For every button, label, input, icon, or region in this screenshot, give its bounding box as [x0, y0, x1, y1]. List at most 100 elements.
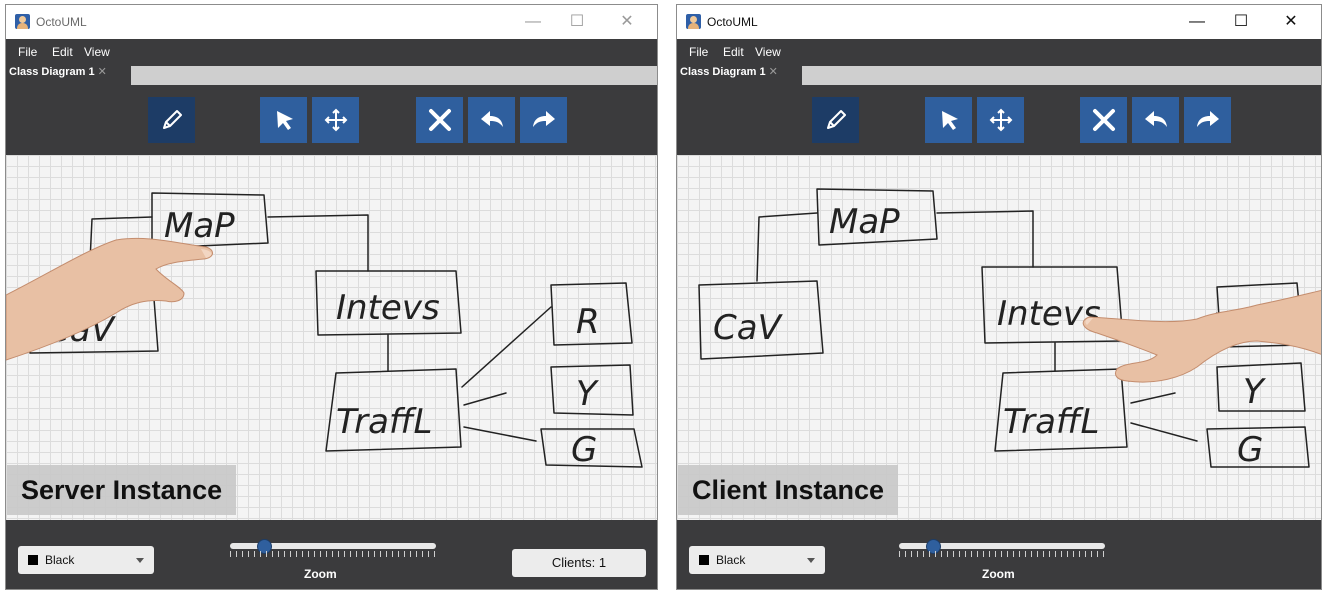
window-title: OctoUML	[707, 15, 758, 29]
bottom-bar: Black Zoom	[677, 520, 1321, 589]
hand-graphic	[1082, 289, 1321, 383]
select-tool-button[interactable]	[925, 97, 972, 143]
tab-close-icon[interactable]: ✕	[98, 66, 107, 78]
tab-bar: Class Diagram 1 ✕	[6, 63, 657, 85]
title-bar: OctoUML — ☐ ✕	[6, 5, 657, 39]
sketch-label-map: MaP	[164, 206, 235, 246]
minimize-button[interactable]: —	[1177, 9, 1217, 35]
delete-button[interactable]	[1080, 97, 1127, 143]
connector-traffl-y	[1130, 392, 1176, 404]
menu-file[interactable]: File	[18, 45, 37, 59]
pencil-icon	[162, 110, 182, 129]
menu-edit[interactable]: Edit	[723, 45, 744, 59]
delete-x-icon	[428, 109, 451, 131]
toolbar	[6, 85, 657, 155]
sketch-label-g: G	[571, 430, 597, 470]
menu-view[interactable]: View	[755, 45, 781, 59]
menu-file[interactable]: File	[689, 45, 708, 59]
select-arrow-icon	[941, 111, 958, 130]
connector-traffl-g	[463, 426, 537, 442]
sketch-label-r: R	[576, 302, 600, 342]
sketch-label-car: CaV	[713, 308, 784, 348]
connector-traffl-r	[461, 306, 552, 388]
color-swatch	[699, 555, 709, 565]
close-button[interactable]: ✕	[1271, 9, 1311, 35]
sketch-label-intevs: Intevs	[336, 288, 440, 328]
undo-button[interactable]	[468, 97, 515, 143]
color-swatch	[28, 555, 38, 565]
tab-close-icon[interactable]: ✕	[769, 66, 778, 78]
zoom-slider[interactable]	[230, 539, 436, 554]
sketch-label-map: MaP	[829, 202, 900, 242]
sketch-label-y: Y	[1243, 372, 1266, 412]
tab-class-diagram-1[interactable]: Class Diagram 1 ✕	[680, 65, 778, 78]
pencil-tool-button[interactable]	[148, 97, 195, 143]
menu-edit[interactable]: Edit	[52, 45, 73, 59]
pencil-icon	[826, 110, 846, 129]
tab-strip	[131, 66, 657, 85]
drawing-canvas[interactable]: MaP Intevs CaV R Y G TraffL Client Insta…	[677, 155, 1321, 520]
redo-icon	[1196, 111, 1219, 127]
toolbar	[677, 85, 1321, 155]
window-title: OctoUML	[36, 15, 87, 29]
sketch-label-g: G	[1237, 430, 1263, 470]
sketch-label-y: Y	[576, 374, 599, 414]
select-tool-button[interactable]	[260, 97, 307, 143]
app-icon	[15, 14, 30, 29]
instance-caption: Client Instance	[678, 465, 899, 515]
redo-button[interactable]	[1184, 97, 1231, 143]
menu-bar: File Edit View	[6, 39, 657, 63]
redo-button[interactable]	[520, 97, 567, 143]
move-tool-button[interactable]	[312, 97, 359, 143]
app-icon	[686, 14, 701, 29]
menu-bar: File Edit View	[677, 39, 1321, 63]
server-window: OctoUML — ☐ ✕ File Edit View Class Diagr…	[5, 4, 658, 590]
maximize-button[interactable]: ☐	[557, 9, 597, 35]
tab-strip	[802, 66, 1321, 85]
zoom-ticks	[899, 551, 1105, 557]
close-button[interactable]: ✕	[607, 9, 647, 35]
undo-icon	[480, 111, 503, 127]
maximize-button[interactable]: ☐	[1221, 9, 1261, 35]
zoom-label: Zoom	[304, 567, 337, 581]
connector-map-intevs	[267, 214, 369, 272]
chevron-down-icon	[136, 558, 144, 563]
client-window: OctoUML — ☐ ✕ File Edit View Class Diagr…	[676, 4, 1322, 590]
sketch-label-traffl: TraffL	[1003, 402, 1099, 442]
tab-label: Class Diagram 1	[680, 66, 766, 78]
instance-caption: Server Instance	[7, 465, 237, 515]
zoom-ticks	[230, 551, 436, 557]
sketch-label-traffl: TraffL	[336, 402, 432, 442]
select-arrow-icon	[276, 111, 293, 130]
title-bar: OctoUML — ☐ ✕	[677, 5, 1321, 39]
delete-button[interactable]	[416, 97, 463, 143]
connector-traffl-g	[1130, 422, 1198, 442]
clients-button[interactable]: Clients: 1	[512, 549, 646, 577]
connector-map-intevs	[936, 210, 1034, 268]
color-select-value: Black	[716, 553, 746, 567]
tab-label: Class Diagram 1	[9, 66, 95, 78]
move-icon	[324, 108, 347, 132]
zoom-slider[interactable]	[899, 539, 1105, 554]
chevron-down-icon	[807, 558, 815, 563]
undo-icon	[1144, 111, 1167, 127]
pencil-tool-button[interactable]	[812, 97, 859, 143]
delete-x-icon	[1092, 109, 1115, 131]
minimize-button[interactable]: —	[513, 9, 553, 35]
color-select-value: Black	[45, 553, 75, 567]
move-icon	[989, 108, 1012, 132]
connector-traffl-y	[463, 392, 507, 406]
tab-bar: Class Diagram 1 ✕	[677, 63, 1321, 85]
color-select[interactable]: Black	[689, 546, 825, 574]
undo-button[interactable]	[1132, 97, 1179, 143]
zoom-label: Zoom	[982, 567, 1015, 581]
move-tool-button[interactable]	[977, 97, 1024, 143]
connector-map-car	[756, 212, 818, 282]
drawing-canvas[interactable]: MaP Intevs CaV R Y G TraffL Server Insta…	[6, 155, 657, 520]
color-select[interactable]: Black	[18, 546, 154, 574]
menu-view[interactable]: View	[84, 45, 110, 59]
bottom-bar: Black Zoom Clients: 1	[6, 520, 657, 589]
tab-class-diagram-1[interactable]: Class Diagram 1 ✕	[9, 65, 107, 78]
sketch-label-intevs: Intevs	[997, 294, 1101, 334]
redo-icon	[532, 111, 555, 127]
